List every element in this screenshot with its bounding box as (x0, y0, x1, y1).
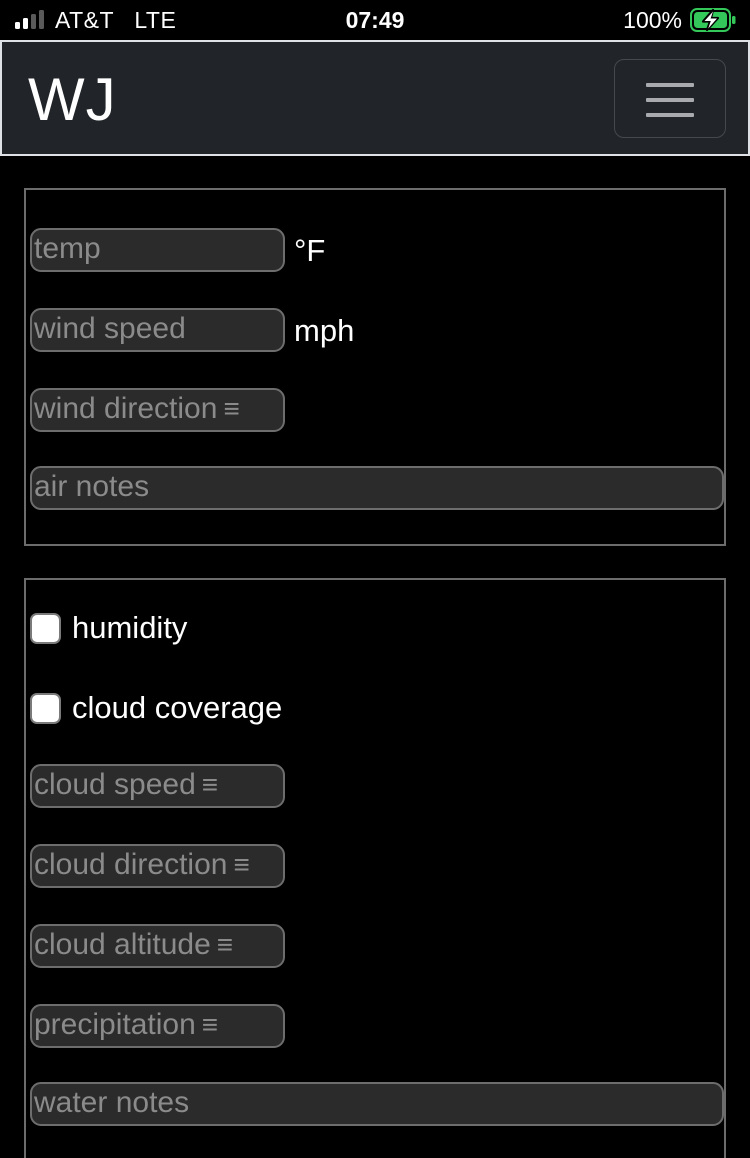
cloud-direction-placeholder: cloud direction (34, 848, 228, 881)
water-notes-placeholder: water notes (34, 1086, 190, 1119)
air-notes-input[interactable]: air notes (30, 466, 724, 510)
menu-lines-icon: ≡ (201, 1009, 219, 1040)
navbar-toggle-button[interactable] (614, 59, 726, 138)
water-notes-input[interactable]: water notes (30, 1082, 724, 1126)
battery-charging-icon (690, 8, 737, 32)
air-card: temp °F wind speed mph wind direction ≡ a… (24, 188, 726, 546)
precipitation-select[interactable]: precipitation ≡ (30, 1004, 285, 1048)
navbar: WJ (0, 40, 750, 156)
menu-lines-icon: ≡ (223, 393, 240, 424)
status-bar: AT&T LTE 07:49 100% (0, 0, 750, 40)
wind-direction-placeholder: wind direction (34, 392, 218, 425)
humidity-checkbox[interactable] (30, 613, 61, 644)
air-notes-placeholder: air notes (34, 470, 150, 503)
water-card: humidity cloud coverage cloud speed ≡ clo… (24, 578, 726, 1158)
cloud-direction-select[interactable]: cloud direction ≡ (30, 844, 285, 888)
menu-lines-icon: ≡ (233, 849, 250, 880)
cloud-altitude-placeholder: cloud altitude (34, 928, 211, 961)
wind-direction-select[interactable]: wind direction ≡ (30, 388, 285, 432)
battery-percent: 100% (623, 7, 682, 33)
cloud-altitude-select[interactable]: cloud altitude ≡ (30, 924, 285, 968)
temp-placeholder: temp (34, 232, 101, 265)
wind-speed-placeholder: wind speed (34, 312, 186, 345)
cloud-speed-placeholder: cloud speed (34, 768, 196, 801)
cloud-coverage-label[interactable]: cloud coverage (72, 688, 282, 728)
wind-speed-input[interactable]: wind speed (30, 308, 285, 352)
wind-speed-unit: mph (294, 313, 355, 348)
precipitation-placeholder: precipitation (34, 1008, 196, 1041)
navbar-brand[interactable]: WJ (28, 66, 117, 134)
menu-lines-icon: ≡ (216, 929, 234, 960)
temp-unit: °F (294, 233, 326, 268)
cloud-coverage-checkbox[interactable] (30, 693, 61, 724)
humidity-label[interactable]: humidity (72, 608, 187, 648)
menu-lines-icon: ≡ (201, 769, 219, 800)
hamburger-icon (646, 83, 694, 87)
temp-input[interactable]: temp (30, 228, 285, 272)
cloud-speed-select[interactable]: cloud speed ≡ (30, 764, 285, 808)
